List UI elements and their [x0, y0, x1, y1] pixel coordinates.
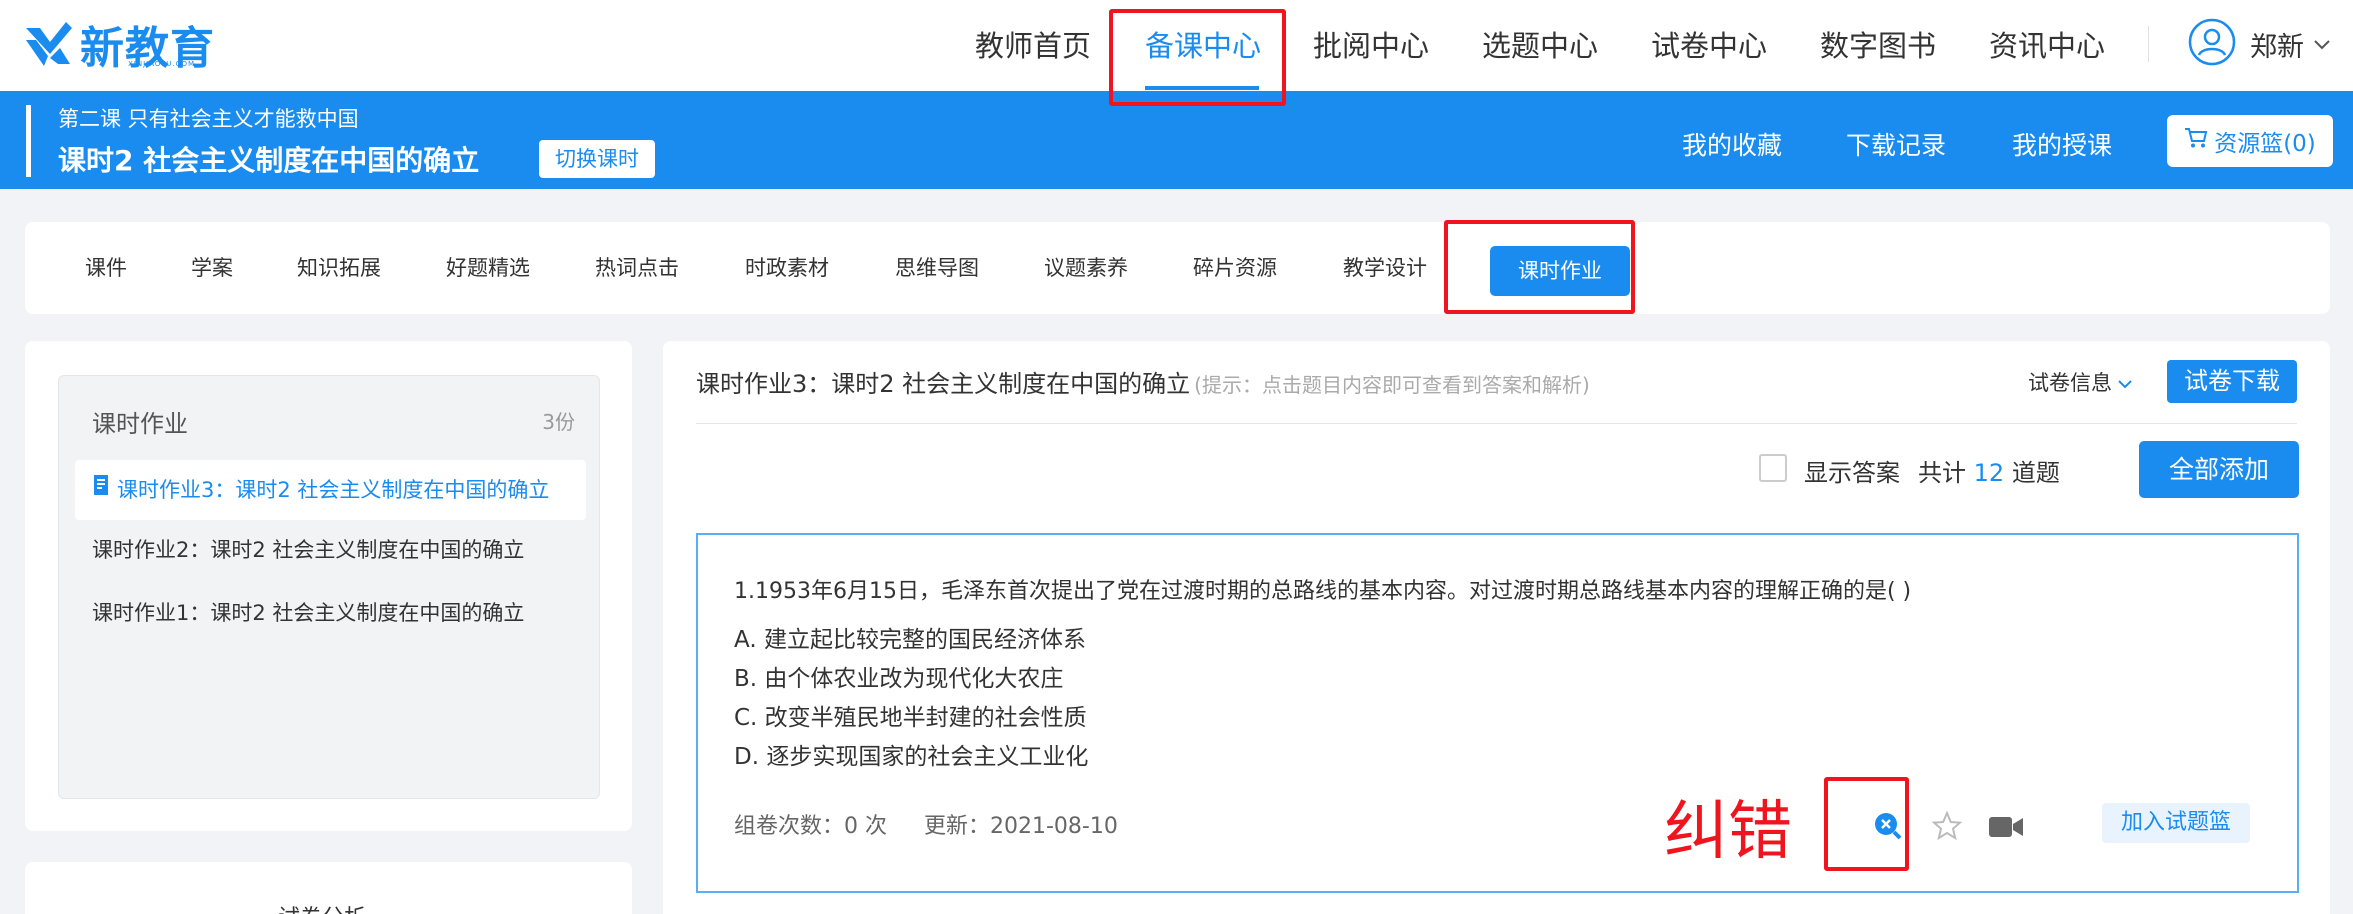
tab-selected-questions[interactable]: 好题精选	[446, 248, 530, 288]
updated-date: 更新：2021-08-10	[924, 814, 1118, 839]
homework-list-panel: 课时作业 3份 课时作业3：课时2 社会主义制度在中国的确立 课时作业2：课时2…	[25, 341, 632, 831]
download-history-link[interactable]: 下载记录	[1846, 126, 1946, 162]
nav-item-papers[interactable]: 试卷中心	[1651, 22, 1767, 70]
resource-basket-button[interactable]: 资源篮(0)	[2167, 115, 2333, 167]
tab-hot-words[interactable]: 热词点击	[595, 248, 679, 288]
question-meta: 组卷次数：0 次 更新：2021-08-10	[734, 808, 1118, 840]
chapter-title: 第二课 只有社会主义才能救中国	[58, 107, 359, 131]
annotation-box-error-report	[1824, 777, 1909, 871]
tab-fragment-resources[interactable]: 碎片资源	[1193, 248, 1277, 288]
paper-title-text: 课时作业3：课时2 社会主义制度在中国的确立	[696, 370, 1191, 398]
my-favorites-link[interactable]: 我的收藏	[1682, 126, 1782, 162]
paper-info-dropdown[interactable]: 试卷信息	[2028, 367, 2132, 397]
annotation-box-homework-tab	[1444, 220, 1635, 314]
resource-tabs: 课件 学案 知识拓展 好题精选 热词点击 时政素材 思维导图 议题素养 碎片资源…	[25, 222, 2330, 314]
total-prefix: 共计	[1918, 459, 1966, 487]
tab-mind-map[interactable]: 思维导图	[895, 248, 979, 288]
total-count: 12	[1973, 459, 2005, 487]
nav-item-teacher-home[interactable]: 教师首页	[975, 22, 1091, 70]
homework-item-2[interactable]: 课时作业2：课时2 社会主义制度在中国的确立	[92, 534, 524, 564]
user-avatar-icon	[2188, 18, 2236, 70]
paper-analysis-title: 试卷分析	[278, 900, 366, 914]
paper-detail-panel: 课时作业3：课时2 社会主义制度在中国的确立 (提示：点击题目内容即可查看到答案和…	[663, 341, 2330, 914]
total-suffix: 道题	[2011, 459, 2060, 487]
logo-check-icon	[22, 18, 74, 70]
tab-topic-literacy[interactable]: 议题素养	[1044, 248, 1128, 288]
cart-icon	[2184, 127, 2214, 155]
tab-knowledge-extension[interactable]: 知识拓展	[297, 248, 381, 288]
question-option-d: D. 逐步实现国家的社会主义工业化	[734, 744, 1089, 770]
user-menu[interactable]: 郑新	[2188, 18, 2330, 70]
document-icon	[91, 460, 117, 520]
star-icon[interactable]	[1931, 810, 1963, 845]
tab-courseware[interactable]: 课件	[85, 248, 127, 288]
add-all-button[interactable]: 全部添加	[2139, 441, 2299, 498]
nav-item-question-select[interactable]: 选题中心	[1482, 22, 1598, 70]
switch-lesson-button[interactable]: 切换课时	[539, 140, 655, 178]
paper-analysis-card: 试卷分析	[25, 862, 632, 914]
homework-count: 3份	[542, 410, 575, 434]
nav-divider	[2148, 26, 2149, 62]
paper-title: 课时作业3：课时2 社会主义制度在中国的确立 (提示：点击题目内容即可查看到答案和…	[696, 364, 1590, 399]
homework-item-3[interactable]: 课时作业3：课时2 社会主义制度在中国的确立	[75, 460, 586, 520]
chevron-down-icon	[2314, 35, 2330, 54]
tab-study-plan[interactable]: 学案	[191, 248, 233, 288]
question-stem: 1.1953年6月15日，毛泽东首次提出了党在过渡时期的总路线的基本内容。对过渡…	[734, 579, 1912, 604]
paper-info-label: 试卷信息	[2028, 371, 2112, 395]
nav-item-digital-books[interactable]: 数字图书	[1820, 22, 1936, 70]
chevron-down-icon	[2112, 370, 2132, 394]
add-to-question-basket-button[interactable]: 加入试题篮	[2102, 803, 2250, 843]
homework-list: 课时作业 3份 课时作业3：课时2 社会主义制度在中国的确立 课时作业2：课时2…	[58, 375, 600, 799]
paper-header-divider	[696, 423, 2297, 424]
question-option-c: C. 改变半殖民地半封建的社会性质	[734, 705, 1087, 731]
video-icon[interactable]	[1988, 815, 2024, 843]
paper-hint: (提示：点击题目内容即可查看到答案和解析)	[1194, 373, 1590, 397]
annotation-box-lesson-prep	[1109, 9, 1286, 106]
question-card[interactable]: 1.1953年6月15日，毛泽东首次提出了党在过渡时期的总路线的基本内容。对过渡…	[696, 533, 2299, 893]
question-option-a: A. 建立起比较完整的国民经济体系	[734, 627, 1086, 653]
tab-current-affairs[interactable]: 时政素材	[745, 248, 829, 288]
my-lessons-link[interactable]: 我的授课	[2012, 126, 2112, 162]
question-option-b: B. 由个体农业改为现代化大农庄	[734, 666, 1064, 692]
homework-item-label: 课时作业3：课时2 社会主义制度在中国的确立	[117, 478, 550, 502]
resource-basket-label: 资源篮(0)	[2214, 131, 2316, 157]
annotation-label: 纠错	[1664, 795, 1792, 869]
nav-item-grading[interactable]: 批阅中心	[1313, 22, 1429, 70]
tab-teaching-design[interactable]: 教学设计	[1343, 248, 1427, 288]
usage-count: 组卷次数：0 次	[734, 814, 887, 839]
header-accent-bar	[26, 105, 31, 177]
question-total: 共计 12 道题	[1918, 453, 2060, 488]
brand-subtitle: XINJIAOYU.COM	[128, 60, 196, 68]
paper-download-button[interactable]: 试卷下载	[2167, 360, 2297, 403]
user-name: 郑新	[2250, 31, 2304, 63]
nav-item-news[interactable]: 资讯中心	[1989, 22, 2105, 70]
homework-list-title: 课时作业	[92, 410, 188, 438]
homework-item-1[interactable]: 课时作业1：课时2 社会主义制度在中国的确立	[92, 597, 524, 627]
show-answer-checkbox[interactable]	[1759, 454, 1787, 482]
lesson-title: 课时2 社会主义制度在中国的确立	[58, 144, 480, 177]
show-answer-label: 显示答案	[1804, 459, 1900, 487]
